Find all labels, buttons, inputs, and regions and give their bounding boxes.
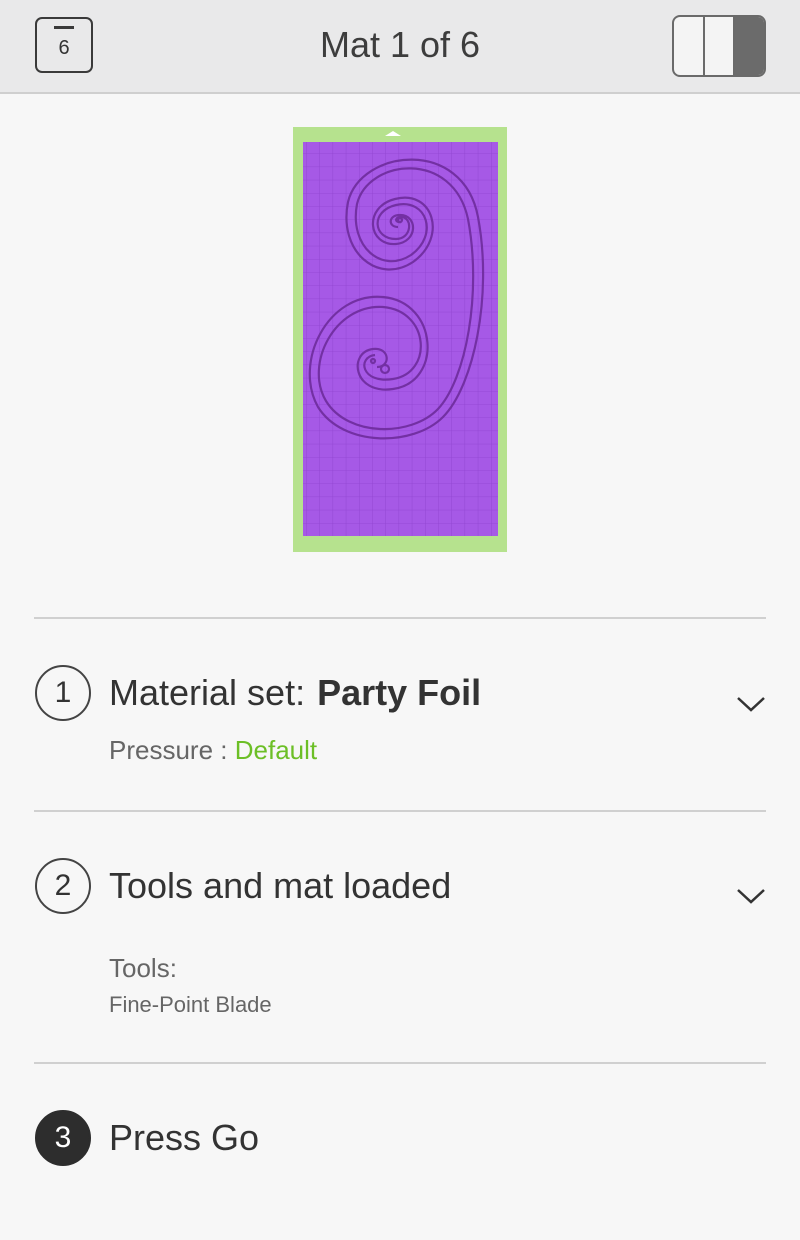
mat-preview[interactable] (293, 127, 507, 552)
pressure-label: Pressure : (109, 735, 228, 765)
divider (34, 810, 766, 812)
divider (34, 1062, 766, 1064)
material-name: Party Foil (317, 672, 482, 713)
top-bar: 6 Mat 1 of 6 (0, 0, 800, 94)
step-2-number: 2 (35, 858, 91, 914)
step-1-title[interactable]: Material set: Party Foil (109, 672, 481, 714)
chevron-down-icon[interactable] (734, 884, 768, 908)
divider (34, 617, 766, 619)
tools-label: Tools: (109, 953, 177, 983)
chevron-down-icon[interactable] (734, 692, 768, 716)
material-set-label: Material set: (109, 672, 306, 713)
pressure-value[interactable]: Default (235, 735, 317, 765)
step-3-title[interactable]: Press Go (109, 1117, 259, 1159)
split-view-icon (674, 17, 705, 75)
step-3-number: 3 (35, 1110, 91, 1166)
step-1-number: 1 (35, 665, 91, 721)
step-2-title[interactable]: Tools and mat loaded (109, 865, 451, 907)
pressure-row: Pressure : Default (109, 735, 317, 766)
mat-preview-graphic (303, 131, 498, 536)
tools-value: Fine-Point Blade (109, 992, 272, 1017)
view-toggle-button[interactable] (672, 15, 766, 77)
